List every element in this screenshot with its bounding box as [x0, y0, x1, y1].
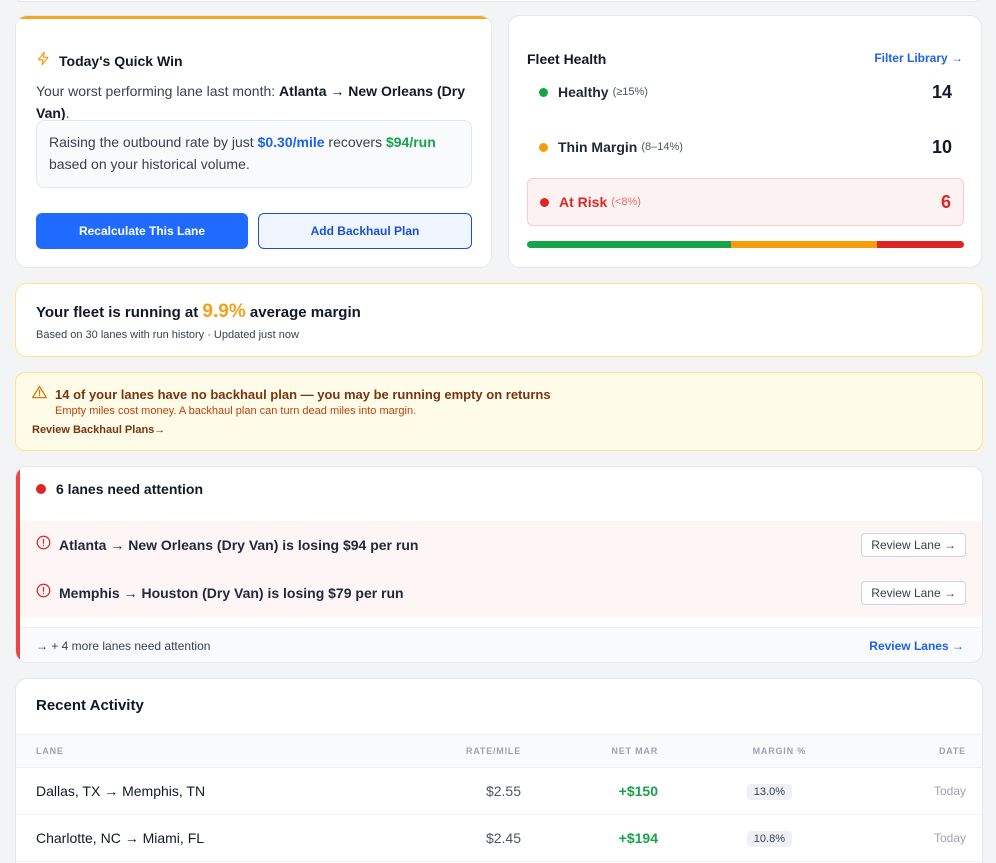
- margin-badge: 13.0%: [746, 784, 792, 800]
- table-row[interactable]: Charlotte, NC → Miami, FL $2.45 +$194 10…: [16, 814, 982, 862]
- fleet-margin-headline: Your fleet is running at 9.9% average ma…: [36, 301, 361, 322]
- previous-card-edge: [14, 0, 982, 2]
- margin-badge: 10.8%: [746, 831, 792, 847]
- quick-win-title: Today's Quick Win: [59, 53, 183, 69]
- recent-activity-card: Recent Activity LANE RATE/MILE NET MAR M…: [15, 678, 983, 863]
- thin-margin-dot: [539, 142, 548, 152]
- healthy-count: 14: [931, 81, 952, 102]
- attention-item: Memphis → Houston (Dry Van) is losing $7…: [36, 569, 966, 617]
- filter-library-link[interactable]: Filter Library →: [874, 51, 963, 65]
- fleet-margin-subtext: Based on 30 lanes with run history · Upd…: [36, 329, 299, 341]
- fleet-row-thin-margin[interactable]: Thin Margin (8–14%) 10: [527, 123, 964, 171]
- thin-margin-count: 10: [931, 136, 952, 157]
- quick-win-description: Your worst performing lane last month: A…: [36, 83, 465, 121]
- rate-increase: $0.30/mile: [257, 134, 325, 150]
- more-lanes-text: → + 4 more lanes need attention: [36, 639, 211, 653]
- table-header-row: LANE RATE/MILE NET MAR MARGIN % DATE: [16, 734, 982, 768]
- warning-title: 14 of your lanes have no backhaul plan —…: [55, 387, 551, 402]
- healthy-dot: [539, 87, 548, 97]
- alert-circle-icon: [36, 535, 51, 555]
- attention-footer: → + 4 more lanes need attention Review L…: [20, 627, 982, 662]
- attention-title: 6 lanes need attention: [56, 481, 204, 497]
- fleet-row-healthy[interactable]: Healthy (≥15%) 14: [527, 68, 964, 116]
- col-date[interactable]: DATE: [808, 734, 982, 768]
- lightning-icon: [36, 51, 51, 71]
- recent-activity-title: Recent Activity: [36, 697, 144, 714]
- table-row[interactable]: Dallas, TX → Memphis, TN $2.55 +$150 13.…: [16, 767, 982, 815]
- col-rate[interactable]: RATE/MILE: [396, 734, 521, 768]
- add-backhaul-plan-button[interactable]: Add Backhaul Plan: [258, 213, 472, 249]
- col-margin-pct[interactable]: MARGIN %: [658, 734, 808, 768]
- attention-dot: [36, 484, 46, 494]
- fleet-row-at-risk[interactable]: At Risk (<8%) 6: [527, 178, 964, 226]
- at-risk-dot: [540, 197, 549, 207]
- fleet-health-bar: [527, 241, 964, 248]
- fleet-health-card: Fleet Health Filter Library → Healthy (≥…: [508, 15, 982, 268]
- quick-win-card: Today's Quick Win Your worst performing …: [15, 15, 492, 268]
- col-lane[interactable]: LANE: [16, 734, 396, 768]
- recovered-amount: $94/run: [385, 134, 436, 150]
- col-net-margin[interactable]: NET MAR: [521, 734, 658, 768]
- review-lane-button[interactable]: Review Lane →: [861, 533, 966, 557]
- fleet-health-title: Fleet Health: [527, 51, 607, 67]
- review-lanes-link[interactable]: Review Lanes →: [869, 639, 964, 653]
- attention-item: Atlanta → New Orleans (Dry Van) is losin…: [36, 521, 966, 569]
- quick-win-suggestion: Raising the outbound rate by just $0.30/…: [36, 120, 472, 188]
- backhaul-warning-banner: 14 of your lanes have no backhaul plan —…: [15, 372, 983, 451]
- fleet-bar-healthy: [527, 241, 731, 248]
- activity-table: LANE RATE/MILE NET MAR MARGIN % DATE Dal…: [16, 734, 982, 862]
- quick-win-header: Today's Quick Win: [36, 51, 183, 71]
- warning-triangle-icon: [32, 385, 47, 404]
- alert-circle-icon: [36, 583, 51, 603]
- lanes-attention-card: 6 lanes need attention Atlanta → New Orl…: [15, 466, 983, 663]
- at-risk-count: 6: [940, 191, 951, 212]
- fleet-bar-at-risk: [876, 241, 964, 248]
- recalculate-lane-button[interactable]: Recalculate This Lane: [36, 213, 248, 249]
- average-margin-value: 9.9%: [202, 301, 246, 322]
- review-backhaul-plans-link[interactable]: Review Backhaul Plans→: [32, 424, 165, 436]
- fleet-margin-banner: Your fleet is running at 9.9% average ma…: [15, 283, 983, 357]
- attention-list: Atlanta → New Orleans (Dry Van) is losin…: [20, 521, 982, 617]
- quick-win-accent: [16, 16, 491, 19]
- warning-subtext: Empty miles cost money. A backhaul plan …: [55, 405, 417, 417]
- fleet-bar-thin-margin: [730, 241, 877, 248]
- review-lane-button[interactable]: Review Lane →: [861, 581, 966, 605]
